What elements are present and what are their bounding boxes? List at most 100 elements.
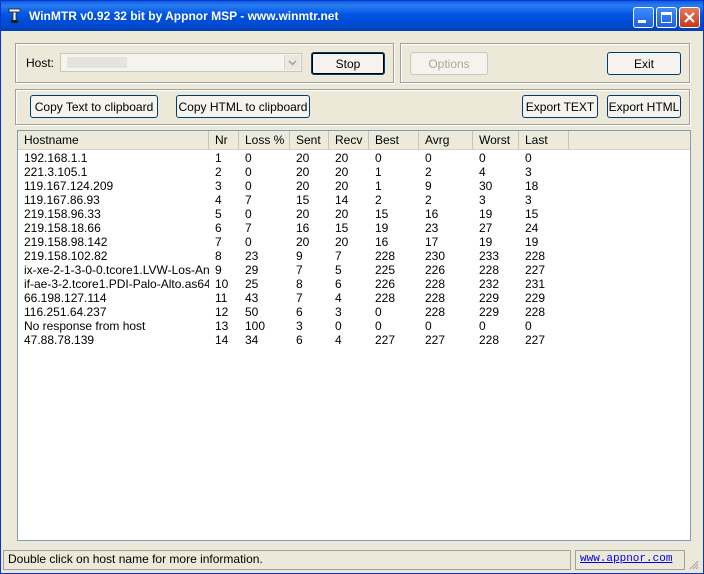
- table-row[interactable]: 66.198.127.114 11 43 7 4 228 228 229 229: [18, 291, 690, 305]
- cell-worst: 232: [479, 277, 500, 291]
- maximize-button[interactable]: [656, 7, 677, 28]
- cell-sent: 20: [296, 235, 310, 249]
- cell-hostname[interactable]: 192.168.1.1: [18, 151, 209, 165]
- table-row[interactable]: No response from host 13 100 3 0 0 0 0 0: [18, 319, 690, 333]
- cell-avrg: 17: [425, 235, 439, 249]
- cell-best: 19: [375, 221, 389, 235]
- cell-sent: 20: [296, 179, 310, 193]
- table-row[interactable]: if-ae-3-2.tcore1.PDI-Palo-Alto.as6453...…: [18, 277, 690, 291]
- cell-sent: 7: [296, 263, 303, 277]
- column-header-loss[interactable]: Loss %: [239, 131, 290, 149]
- cell-best: 227: [375, 333, 396, 347]
- column-header-last[interactable]: Last: [519, 131, 569, 149]
- table-row[interactable]: 221.3.105.1 2 0 20 20 1 2 4 3: [18, 165, 690, 179]
- cell-hostname[interactable]: 47.88.78.139: [18, 333, 209, 347]
- cell-recv: 3: [335, 305, 342, 319]
- cell-hostname[interactable]: ix-xe-2-1-3-0-0.tcore1.LVW-Los-Ange...: [18, 263, 209, 277]
- column-header-avrg[interactable]: Avrg: [419, 131, 473, 149]
- cell-last: 24: [525, 221, 539, 235]
- table-row[interactable]: 219.158.96.33 5 0 20 20 15 16 19 15: [18, 207, 690, 221]
- cell-recv: 7: [335, 249, 342, 263]
- export-html-button-label: Export HTML: [608, 99, 680, 114]
- table-row[interactable]: 219.158.98.142 7 0 20 20 16 17 19 19: [18, 235, 690, 249]
- column-header-nr[interactable]: Nr: [209, 131, 239, 149]
- cell-hostname[interactable]: 219.158.102.82: [18, 249, 209, 263]
- cell-worst: 3: [479, 193, 486, 207]
- stop-button[interactable]: Stop: [311, 52, 385, 75]
- cell-best: 16: [375, 235, 389, 249]
- cell-loss: 0: [245, 235, 252, 249]
- cell-loss: 100: [245, 319, 266, 333]
- copy-html-button-label: Copy HTML to clipboard: [178, 99, 308, 114]
- minimize-button[interactable]: [633, 7, 654, 28]
- exit-button-label: Exit: [633, 56, 654, 71]
- table-row[interactable]: 116.251.64.237 12 50 6 3 0 228 229 228: [18, 305, 690, 319]
- cell-hostname[interactable]: 66.198.127.114: [18, 291, 209, 305]
- table-row[interactable]: 119.167.124.209 3 0 20 20 1 9 30 18: [18, 179, 690, 193]
- cell-sent: 3: [296, 319, 303, 333]
- cell-hostname[interactable]: 219.158.98.142: [18, 235, 209, 249]
- export-text-button[interactable]: Export TEXT: [522, 95, 598, 118]
- cell-sent: 15: [296, 193, 310, 207]
- cell-nr: 3: [215, 179, 222, 193]
- copy-text-button[interactable]: Copy Text to clipboard: [30, 95, 158, 118]
- exit-button[interactable]: Exit: [607, 52, 681, 75]
- copy-html-button[interactable]: Copy HTML to clipboard: [176, 95, 310, 118]
- table-row[interactable]: 119.167.86.93 4 7 15 14 2 2 3 3: [18, 193, 690, 207]
- cell-worst: 0: [479, 319, 486, 333]
- table-row[interactable]: 47.88.78.139 14 34 6 4 227 227 228 227: [18, 333, 690, 347]
- winmtr-app-icon: [8, 8, 21, 23]
- cell-hostname[interactable]: 119.167.124.209: [18, 179, 209, 193]
- host-combobox[interactable]: [60, 53, 302, 72]
- close-button[interactable]: [679, 7, 700, 28]
- stop-button-label: Stop: [335, 56, 361, 71]
- cell-loss: 0: [245, 165, 252, 179]
- maximize-icon: [661, 12, 672, 23]
- combo-dropdown-button[interactable]: [284, 55, 300, 70]
- column-header-sent[interactable]: Sent: [290, 131, 329, 149]
- cell-hostname[interactable]: 116.251.64.237: [18, 305, 209, 319]
- cell-best: 0: [375, 305, 382, 319]
- column-header-best[interactable]: Best: [369, 131, 419, 149]
- cell-hostname[interactable]: 221.3.105.1: [18, 165, 209, 179]
- cell-worst: 228: [479, 263, 500, 277]
- cell-avrg: 228: [425, 291, 446, 305]
- cell-loss: 0: [245, 179, 252, 193]
- table-row[interactable]: ix-xe-2-1-3-0-0.tcore1.LVW-Los-Ange... 9 2…: [18, 263, 690, 277]
- table-row[interactable]: 219.158.18.66 6 7 16 15 19 23 27 24: [18, 221, 690, 235]
- cell-recv: 6: [335, 277, 342, 291]
- column-header-hostname[interactable]: Hostname: [18, 131, 209, 149]
- cell-hostname[interactable]: 119.167.86.93: [18, 193, 209, 207]
- table-row[interactable]: 219.158.102.82 8 23 9 7 228 230 233 228: [18, 249, 690, 263]
- cell-hostname[interactable]: No response from host: [18, 319, 209, 333]
- cell-last: 231: [525, 277, 546, 291]
- options-button-label: Options: [428, 56, 470, 71]
- cell-nr: 7: [215, 235, 222, 249]
- cell-nr: 5: [215, 207, 222, 221]
- cell-recv: 4: [335, 333, 342, 347]
- column-header-recv[interactable]: Recv: [329, 131, 369, 149]
- cell-loss: 23: [245, 249, 259, 263]
- cell-nr: 9: [215, 263, 222, 277]
- cell-hostname[interactable]: if-ae-3-2.tcore1.PDI-Palo-Alto.as6453...: [18, 277, 209, 291]
- cell-loss: 7: [245, 221, 252, 235]
- cell-recv: 4: [335, 291, 342, 305]
- export-html-button[interactable]: Export HTML: [607, 95, 681, 118]
- cell-nr: 6: [215, 221, 222, 235]
- cell-best: 1: [375, 179, 382, 193]
- table-row[interactable]: 192.168.1.1 1 0 20 20 0 0 0 0: [18, 151, 690, 165]
- cell-last: 3: [525, 165, 532, 179]
- title-bar[interactable]: WinMTR v0.92 32 bit by Appnor MSP - www.…: [1, 1, 703, 31]
- column-header-worst[interactable]: Worst: [473, 131, 519, 149]
- resize-grip-icon[interactable]: [687, 558, 699, 570]
- cell-loss: 29: [245, 263, 259, 277]
- host-value: [67, 57, 127, 68]
- appnor-link[interactable]: www.appnor.com: [580, 553, 672, 565]
- cell-hostname[interactable]: 219.158.96.33: [18, 207, 209, 221]
- host-label: Host:: [26, 56, 55, 70]
- cell-sent: 20: [296, 151, 310, 165]
- cell-avrg: 230: [425, 249, 446, 263]
- trace-results-table[interactable]: Hostname Nr Loss % Sent Recv Best Avrg Worst Las…: [17, 130, 691, 541]
- options-button[interactable]: Options: [410, 52, 488, 75]
- cell-hostname[interactable]: 219.158.18.66: [18, 221, 209, 235]
